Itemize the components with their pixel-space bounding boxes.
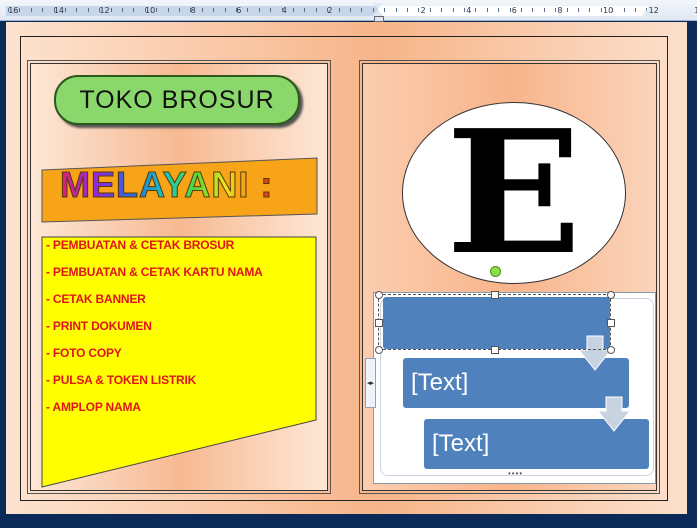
ruler-tick [225, 8, 226, 12]
ruler-tick [145, 8, 146, 12]
ruler-tick [31, 8, 32, 12]
ruler-tick [407, 8, 408, 12]
service-item: - PULSA & TOKEN LISTRIK [46, 373, 197, 387]
ruler-tick [8, 8, 9, 12]
ruler-tick [88, 8, 89, 12]
expand-arrows-icon: ◂▸ [366, 380, 375, 387]
ruler-tick [282, 8, 283, 12]
ruler-tick [487, 8, 488, 12]
ruler-tick [304, 8, 305, 12]
ruler-tick [601, 8, 602, 12]
ruler-tick [19, 8, 20, 12]
ruler-tick [247, 8, 248, 12]
ruler-number: 14 [53, 6, 64, 15]
rotate-handle[interactable] [490, 266, 501, 277]
ruler-tick [293, 8, 294, 12]
ruler-tick [475, 8, 476, 12]
ruler-tick [396, 8, 397, 12]
service-item: - PEMBUATAN & CETAK KARTU NAMA [46, 265, 263, 279]
ruler-tick [327, 8, 328, 12]
ruler-tick [111, 8, 112, 12]
ruler-tick [259, 8, 260, 12]
services-list: - PEMBUATAN & CETAK BROSUR - PEMBUATAN &… [46, 238, 263, 427]
ruler-number: 2 [327, 6, 333, 15]
service-item: - PEMBUATAN & CETAK BROSUR [46, 238, 235, 252]
ruler-number: 12 [99, 6, 110, 15]
ruler-tick [635, 8, 636, 12]
smartart-box-3-text: [Text] [432, 430, 490, 457]
ruler-tick [99, 8, 100, 12]
ruler-tick [612, 8, 613, 12]
ruler-tick [316, 8, 317, 12]
selection-outline [378, 294, 611, 350]
ruler-tick [350, 8, 351, 12]
ruler-tick [589, 8, 590, 12]
ruler-tick [42, 8, 43, 12]
resize-handle[interactable] [375, 346, 383, 354]
ruler-tick [122, 8, 123, 12]
ruler-tick [453, 8, 454, 12]
ruler-number: 6 [511, 6, 517, 15]
ruler-number: 4 [466, 6, 472, 15]
ruler-tick [190, 8, 191, 12]
ruler-tick [168, 8, 169, 12]
smartart-box-2-text: [Text] [411, 369, 469, 396]
ruler-tick [179, 8, 180, 12]
right-indent-marker[interactable] [642, 10, 652, 16]
ruler-tick [361, 8, 362, 12]
text-pane-toggle[interactable]: ◂▸ [365, 358, 376, 408]
service-item: - PRINT DOKUMEN [46, 319, 152, 333]
ruler-tick [510, 8, 511, 12]
service-item: - CETAK BANNER [46, 292, 146, 306]
ruler-tick [213, 8, 214, 12]
ruler-tick [555, 8, 556, 12]
logo-circle[interactable]: E [402, 102, 626, 284]
ruler-tick [578, 8, 579, 12]
ruler-tick [532, 8, 533, 12]
ruler-tick [339, 8, 340, 12]
ruler-tick [498, 8, 499, 12]
banner-wordart: MELAYANI : [59, 164, 274, 206]
ruler-tick [441, 8, 442, 12]
ruler-tick [521, 8, 522, 12]
ruler-tick [76, 8, 77, 12]
ruler-number: 8 [557, 6, 563, 15]
first-line-indent-marker[interactable] [373, 3, 383, 9]
resize-handle[interactable] [491, 346, 499, 354]
ruler-tick [202, 8, 203, 12]
resize-handle[interactable] [375, 291, 383, 299]
down-arrow-icon [597, 396, 631, 432]
ruler-tick [544, 8, 545, 12]
ruler-number: 16 [8, 6, 19, 15]
ruler-tick [156, 8, 157, 12]
ruler-number: 8 [190, 6, 196, 15]
ruler-tick [133, 8, 134, 12]
resize-handle[interactable] [607, 319, 615, 327]
service-item: - FOTO COPY [46, 346, 122, 360]
resize-handle[interactable] [607, 291, 615, 299]
ruler-number: 2 [420, 6, 426, 15]
ruler-tick [430, 8, 431, 12]
ruler-tick [464, 8, 465, 12]
ruler-number: 10 [145, 6, 156, 15]
ruler-tick [384, 8, 385, 12]
service-item: - AMPLOP NAMA [46, 400, 141, 414]
ruler-tick [418, 8, 419, 12]
ruler-tick [270, 8, 271, 12]
ruler-tick [65, 8, 66, 12]
horizontal-ruler[interactable]: 1614121086422468101214 [0, 0, 697, 22]
ruler-tick [236, 8, 237, 12]
ruler-tick [567, 8, 568, 12]
title-text: TOKO BROSUR [79, 85, 275, 114]
resize-handle[interactable] [607, 346, 615, 354]
logo-letter: E [445, 93, 583, 293]
ruler-tick [624, 8, 625, 12]
resize-handle[interactable] [491, 291, 499, 299]
ruler-tick [54, 8, 55, 12]
frame-resize-grip[interactable]: •••• [508, 469, 523, 478]
resize-handle[interactable] [375, 319, 383, 327]
title-shape[interactable]: TOKO BROSUR [54, 75, 300, 125]
